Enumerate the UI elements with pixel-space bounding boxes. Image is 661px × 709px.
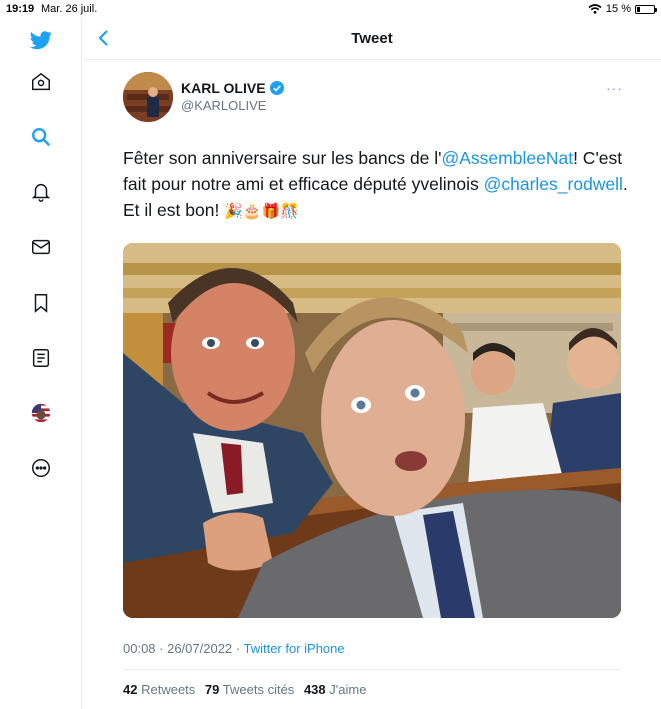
notifications-bell-icon[interactable] <box>29 180 53 204</box>
avatar[interactable] <box>123 72 173 122</box>
quotes-label: Tweets cités <box>222 682 295 697</box>
mention-link[interactable]: @AssembleeNat <box>442 148 574 168</box>
verified-badge-icon <box>269 81 284 95</box>
messages-envelope-icon[interactable] <box>29 235 53 259</box>
tweet-timestamp: 00:08 · 26/07/2022 · Twitter for iPhone <box>123 641 345 656</box>
author-name[interactable]: KARL OLIVE <box>181 80 284 96</box>
wifi-icon <box>588 4 602 14</box>
mention-link[interactable]: @charles_rodwell <box>484 174 623 194</box>
emoji-group: 🎉🎂🎁🎊 <box>224 203 299 220</box>
tweet-photo[interactable] <box>123 243 621 618</box>
battery-icon <box>635 4 657 14</box>
tweet-text: Fêter son anniversaire sur les bancs de … <box>123 145 643 225</box>
likes-count: 438 <box>303 682 326 697</box>
more-icon[interactable] <box>29 456 53 480</box>
status-time: 19:19 <box>6 3 35 15</box>
retweets-count: 42 <box>123 682 138 697</box>
tweet-stats: 42 Retweets 79 Tweets cités 438 J'aime <box>123 682 372 697</box>
battery-percent: 15 % <box>605 3 631 15</box>
tweet-time[interactable]: 00:08 · 26/07/2022 · <box>123 641 243 656</box>
likes-label: J'aime <box>329 682 367 697</box>
quotes-stat[interactable]: 79 Tweets cités <box>205 682 294 697</box>
author-name-text: KARL OLIVE <box>181 80 266 96</box>
retweets-stat[interactable]: 42 Retweets <box>123 682 195 697</box>
retweets-label: Retweets <box>141 682 196 697</box>
sidebar-nav <box>0 18 82 709</box>
lists-icon[interactable] <box>29 346 53 370</box>
likes-stat[interactable]: 438 J'aime <box>304 682 367 697</box>
divider <box>123 669 621 670</box>
status-right: 15 % <box>588 3 657 15</box>
page-title: Tweet <box>351 30 393 47</box>
more-options-icon[interactable]: ··· <box>606 80 623 96</box>
status-bar: 19:19 Mar. 26 juil. 15 % <box>0 0 661 18</box>
tweet-header: Tweet <box>83 18 661 60</box>
twitter-logo-icon[interactable] <box>29 28 53 52</box>
home-icon[interactable] <box>29 70 53 94</box>
quotes-count: 79 <box>204 682 220 697</box>
search-icon[interactable] <box>29 125 53 149</box>
profile-avatar-icon[interactable] <box>29 401 53 425</box>
bookmark-icon[interactable] <box>29 291 53 315</box>
status-date: Mar. 26 juil. <box>41 3 98 15</box>
tweet-source[interactable]: Twitter for iPhone <box>243 641 344 656</box>
tweet-text-part: Fêter son anniversaire sur les bancs de … <box>123 148 442 168</box>
author-handle[interactable]: @KARLOLIVE <box>181 98 266 113</box>
